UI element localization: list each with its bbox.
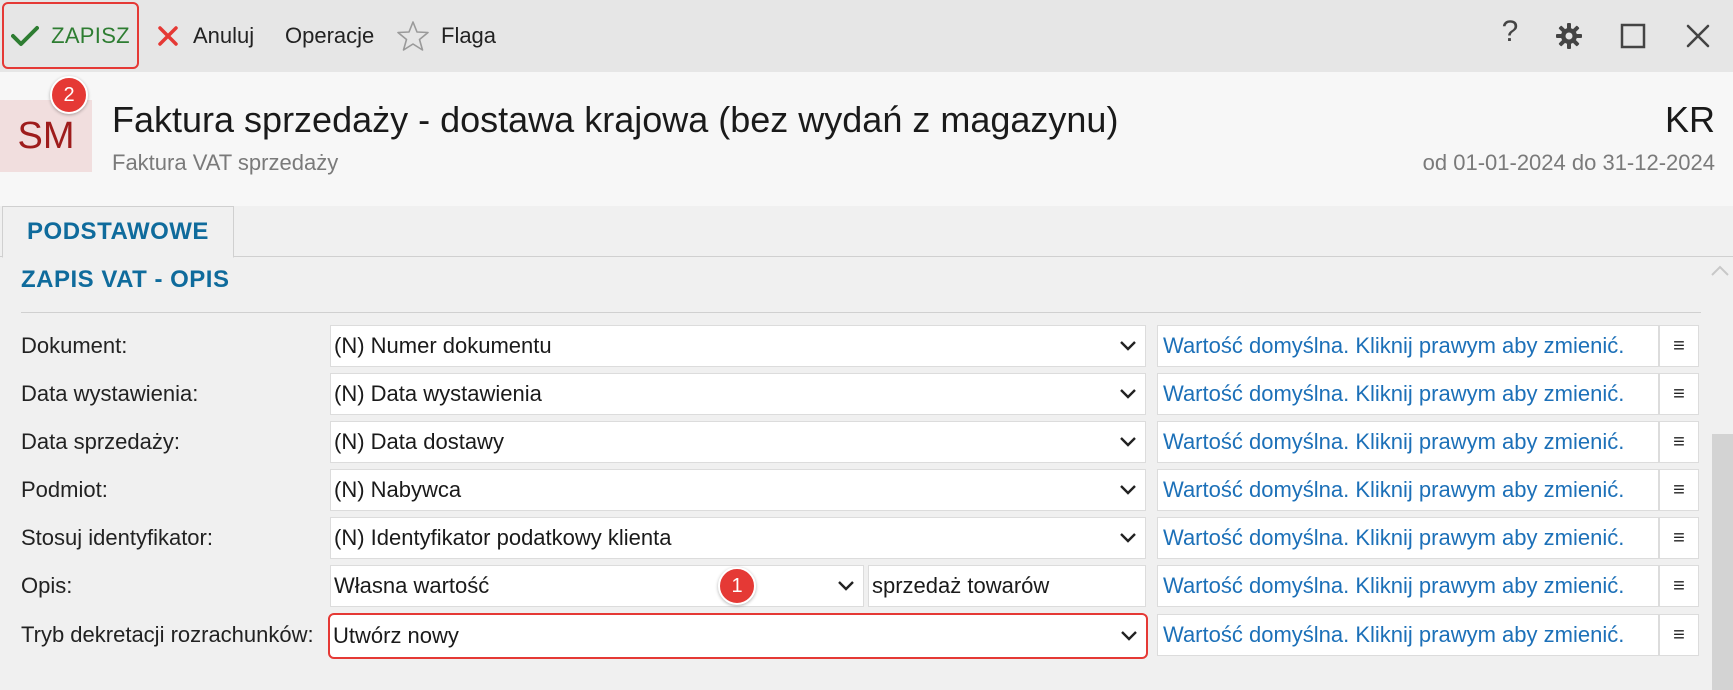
validity-range: od 01-01-2024 do 31-12-2024 <box>1422 150 1715 175</box>
tab-bar: PODSTAWOWE <box>0 206 1733 258</box>
default-value-link[interactable]: Wartość domyślna. Kliknij prawym aby zmi… <box>1157 373 1659 415</box>
section-divider <box>21 312 1701 313</box>
form-row-dokument: Dokument: (N) Numer dokumentu Wartość do… <box>0 325 1710 369</box>
field-label: Stosuj identyfikator: <box>21 525 213 550</box>
opis-text-input[interactable]: sprzedaż towarów <box>868 565 1146 607</box>
select-value: (N) Data dostawy <box>334 429 504 454</box>
menu-icon[interactable]: ≡ <box>1659 421 1699 463</box>
select-value: Własna wartość <box>334 573 490 598</box>
document-code: KR <box>1664 99 1715 140</box>
identyfikator-select[interactable]: (N) Identyfikator podatkowy klienta <box>330 517 1146 559</box>
opis-select[interactable]: Własna wartość <box>330 565 864 607</box>
chevron-down-icon <box>1120 437 1136 447</box>
field-label: Dokument: <box>21 333 128 358</box>
menu-icon[interactable]: ≡ <box>1659 517 1699 559</box>
form-row-data-sprzedazy: Data sprzedaży: (N) Data dostawy Wartość… <box>0 421 1710 465</box>
field-label: Tryb dekretacji rozrachunków: <box>21 622 314 647</box>
chevron-down-icon <box>1120 389 1136 399</box>
annotation-badge-1: 1 <box>718 567 756 605</box>
data-wystawienia-select[interactable]: (N) Data wystawienia <box>330 373 1146 415</box>
dokument-select[interactable]: (N) Numer dokumentu <box>330 325 1146 367</box>
default-value-link[interactable]: Wartość domyślna. Kliknij prawym aby zmi… <box>1157 325 1659 367</box>
default-value-link[interactable]: Wartość domyślna. Kliknij prawym aby zmi… <box>1157 469 1659 511</box>
menu-icon[interactable]: ≡ <box>1659 325 1699 367</box>
toolbar: ZAPISZ Anuluj Operacje Flaga ? <box>0 0 1733 72</box>
tryb-dekretacji-select[interactable]: Utwórz nowy <box>328 613 1148 659</box>
default-value-link[interactable]: Wartość domyślna. Kliknij prawym aby zmi… <box>1157 421 1659 463</box>
select-value: Utwórz nowy <box>333 623 459 648</box>
menu-icon[interactable]: ≡ <box>1659 469 1699 511</box>
save-button[interactable]: ZAPISZ <box>2 2 139 69</box>
star-icon <box>397 21 429 51</box>
operations-button-label: Operacje <box>285 23 375 48</box>
scrollbar[interactable] <box>1712 434 1733 690</box>
podmiot-select[interactable]: (N) Nabywca <box>330 469 1146 511</box>
chevron-up-icon[interactable] <box>1710 264 1730 284</box>
select-value: (N) Numer dokumentu <box>334 333 552 358</box>
chevron-down-icon <box>1121 631 1137 641</box>
form-row-podmiot: Podmiot: (N) Nabywca Wartość domyślna. K… <box>0 469 1710 513</box>
document-header: SM Faktura sprzedaży - dostawa krajowa (… <box>0 72 1733 206</box>
chevron-down-icon <box>1120 341 1136 351</box>
select-value: (N) Data wystawienia <box>334 381 542 406</box>
gear-icon[interactable] <box>1553 20 1585 52</box>
save-button-label: ZAPISZ <box>51 22 130 48</box>
field-label: Podmiot: <box>21 477 108 502</box>
operations-button[interactable]: Operacje <box>285 0 374 72</box>
form-row-tryb-dekretacji: Tryb dekretacji rozrachunków: Utwórz now… <box>0 613 1710 659</box>
form-row-data-wystawienia: Data wystawienia: (N) Data wystawienia W… <box>0 373 1710 417</box>
menu-icon[interactable]: ≡ <box>1659 373 1699 415</box>
chevron-down-icon <box>1120 485 1136 495</box>
flag-button-label: Flaga <box>441 23 497 48</box>
page-subtitle: Faktura VAT sprzedaży <box>112 150 339 175</box>
cancel-button-label: Anuluj <box>193 23 255 48</box>
select-value: (N) Nabywca <box>334 477 462 502</box>
close-icon[interactable] <box>1682 20 1714 52</box>
annotation-badge-2: 2 <box>50 76 88 114</box>
cancel-button[interactable]: Anuluj <box>157 0 254 72</box>
chevron-down-icon <box>838 581 854 591</box>
default-value-link[interactable]: Wartość domyślna. Kliknij prawym aby zmi… <box>1157 614 1659 656</box>
select-value: (N) Identyfikator podatkowy klienta <box>334 525 672 550</box>
close-x-icon <box>158 26 178 46</box>
field-label: Data sprzedaży: <box>21 429 180 454</box>
menu-icon[interactable]: ≡ <box>1659 614 1699 656</box>
flag-button[interactable]: Flaga <box>397 0 496 72</box>
field-label: Data wystawienia: <box>21 381 199 406</box>
checkmark-icon <box>11 25 40 46</box>
default-value-link[interactable]: Wartość domyślna. Kliknij prawym aby zmi… <box>1157 565 1659 607</box>
form-row-opis: Opis: Własna wartość sprzedaż towarów Wa… <box>0 565 1710 609</box>
maximize-icon[interactable] <box>1617 20 1649 52</box>
tab-podstawowe[interactable]: PODSTAWOWE <box>2 206 234 258</box>
field-label: Opis: <box>21 573 73 598</box>
section-title: ZAPIS VAT - OPIS <box>21 266 230 293</box>
form-row-stosuj-identyfikator: Stosuj identyfikator: (N) Identyfikator … <box>0 517 1710 561</box>
chevron-down-icon <box>1120 533 1136 543</box>
default-value-link[interactable]: Wartość domyślna. Kliknij prawym aby zmi… <box>1157 517 1659 559</box>
data-sprzedazy-select[interactable]: (N) Data dostawy <box>330 421 1146 463</box>
menu-icon[interactable]: ≡ <box>1659 565 1699 607</box>
page-title: Faktura sprzedaży - dostawa krajowa (bez… <box>112 99 1119 140</box>
help-icon[interactable]: ? <box>1494 15 1526 48</box>
